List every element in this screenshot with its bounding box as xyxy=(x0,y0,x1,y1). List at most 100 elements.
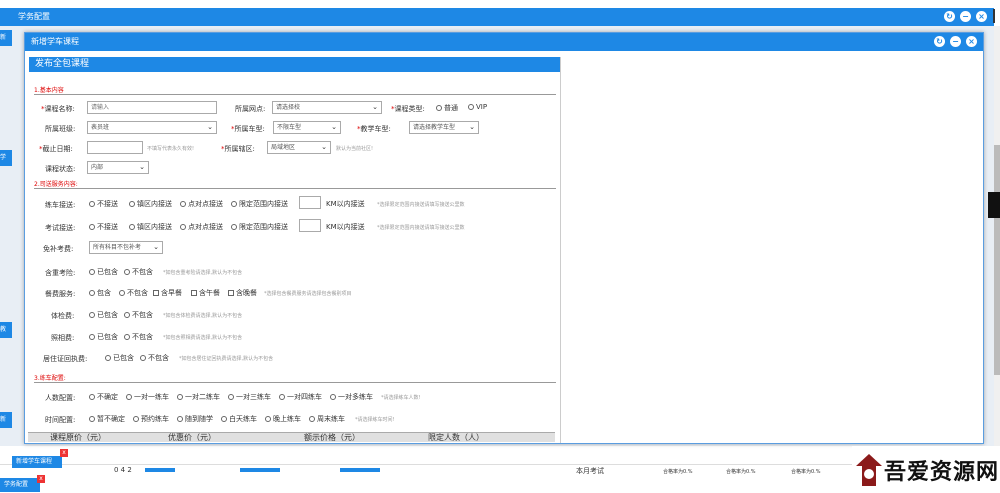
area-label: *所属辖区: xyxy=(221,145,255,153)
modal-minimize-icon[interactable]: − xyxy=(950,36,961,47)
people-hint: *请选择练车人数! xyxy=(381,395,421,401)
side-tab-4[interactable]: 新 xyxy=(0,412,12,428)
modal-titlebar: 新增学车课程 ↻ − × xyxy=(25,33,983,51)
side-tab-1[interactable]: 新 xyxy=(0,30,12,46)
practice-shuttle-hint: *选择限定范围内接送请填写接送公里数 xyxy=(377,202,465,208)
outer-window-titlebar: 学务配置 xyxy=(0,8,994,26)
time-evening-radio[interactable]: 晚上练车 xyxy=(265,414,301,424)
outer-window-title: 学务配置 xyxy=(18,12,50,21)
table-header-original-price: 课程原价（元） xyxy=(50,433,106,442)
course-name-input[interactable] xyxy=(87,101,217,114)
exam-shuttle-label: 考试接送: xyxy=(45,224,76,232)
makeup-fee-select[interactable]: 所有科目不包补考 ⌄ xyxy=(89,241,163,254)
people-1on2-radio[interactable]: 一对二练车 xyxy=(177,392,220,402)
practice-no-shuttle-radio[interactable]: 不接送 xyxy=(89,199,118,209)
physical-exclude-radio[interactable]: 不包含 xyxy=(124,310,153,320)
practice-km-input[interactable] xyxy=(299,196,321,209)
teach-car-label: *教学车型: xyxy=(357,125,391,133)
deadline-label: *截止日期: xyxy=(39,145,73,153)
residence-label: 居住证回执费: xyxy=(43,355,88,363)
under-pass-rate: 合格率为0.% xyxy=(726,469,756,475)
under-label-monthly-exam: 本月考试 xyxy=(576,467,604,475)
photo-include-radio[interactable]: 已包含 xyxy=(89,332,118,342)
under-bar xyxy=(145,468,175,472)
car-type-select[interactable]: 不限车型 ⌄ xyxy=(273,121,341,134)
side-tab-3[interactable]: 教 xyxy=(0,322,12,338)
exam-town-shuttle-radio[interactable]: 镇区内接送 xyxy=(129,222,172,232)
meal-breakfast-checkbox[interactable]: 含早餐 xyxy=(153,288,182,298)
time-config-label: 时间配置: xyxy=(45,416,76,424)
people-1onmany-radio[interactable]: 一对多练车 xyxy=(330,392,373,402)
insurance-exclude-radio[interactable]: 不包含 xyxy=(124,267,153,277)
section-practice-title: 3.练车配置: xyxy=(34,375,66,382)
meal-dinner-checkbox[interactable]: 含晚餐 xyxy=(228,288,257,298)
meal-hint: *选择包含餐费服务请选择包含餐别项目 xyxy=(264,291,352,297)
price-table-header: 课程原价（元） 优惠价（元） 额示价格（元） 限定人数（人） xyxy=(28,432,555,442)
photo-label: 照相费: xyxy=(51,334,75,342)
practice-town-shuttle-radio[interactable]: 镇区内接送 xyxy=(129,199,172,209)
course-type-vip-radio[interactable]: VIP xyxy=(468,103,487,111)
physical-hint: *如包含体检费请选择,默认为不包含 xyxy=(163,313,243,319)
time-daytime-radio[interactable]: 白天练车 xyxy=(221,414,257,424)
table-header-discount-price: 优惠价（元） xyxy=(168,433,216,442)
time-walkin-radio[interactable]: 随到随学 xyxy=(177,414,213,424)
practice-p2p-shuttle-radio[interactable]: 点对点接送 xyxy=(180,199,223,209)
course-type-normal-radio[interactable]: 普通 xyxy=(436,103,458,113)
exam-no-shuttle-radio[interactable]: 不接送 xyxy=(89,222,118,232)
residence-exclude-radio[interactable]: 不包含 xyxy=(140,353,169,363)
taskbar-item-config[interactable]: 学务配置 xyxy=(0,478,40,492)
modal-close-icon[interactable]: × xyxy=(966,36,977,47)
car-type-label: *所属车型: xyxy=(231,125,265,133)
side-tab-2[interactable]: 学 xyxy=(0,150,12,166)
class-select[interactable]: 表员班 ⌄ xyxy=(87,121,217,134)
exam-km-input[interactable] xyxy=(299,219,321,232)
exam-p2p-shuttle-radio[interactable]: 点对点接送 xyxy=(180,222,223,232)
refresh-icon[interactable]: ↻ xyxy=(944,11,955,22)
people-1on1-radio[interactable]: 一对一练车 xyxy=(126,392,169,402)
section-divider xyxy=(34,94,556,95)
meal-include-radio[interactable]: 包含 xyxy=(89,288,111,298)
people-1on3-radio[interactable]: 一对三练车 xyxy=(228,392,271,402)
under-bar xyxy=(240,468,280,472)
teach-car-select[interactable]: 请选择教学车型 ⌄ xyxy=(409,121,479,134)
people-config-label: 人数配置: xyxy=(45,394,76,402)
course-name-label: *课程名称: xyxy=(41,105,75,113)
physical-label: 体检费: xyxy=(51,312,75,320)
underlying-stats-row: 0 4 2 本月考试 合格率为0.% 合格率为0.% 合格率为0.% xyxy=(0,464,1000,476)
modal-refresh-icon[interactable]: ↻ xyxy=(934,36,945,47)
time-hint: *请选择练车时间! xyxy=(355,417,395,423)
photo-exclude-radio[interactable]: 不包含 xyxy=(124,332,153,342)
people-undetermined-radio[interactable]: 不确定 xyxy=(89,392,118,402)
close-icon[interactable]: × xyxy=(976,11,987,22)
meal-exclude-radio[interactable]: 不包含 xyxy=(119,288,148,298)
network-label: 所属网点: xyxy=(235,105,266,113)
add-course-modal: 新增学车课程 ↻ − × 发布全包课程 1.基本内容 *课程名称: 所属网点: … xyxy=(24,32,984,444)
exam-range-shuttle-radio[interactable]: 限定范围内接送 xyxy=(231,222,288,232)
deadline-input[interactable] xyxy=(87,141,143,154)
time-appointment-radio[interactable]: 预约练车 xyxy=(133,414,169,424)
area-select[interactable]: 局域地区 ⌄ xyxy=(267,141,331,154)
course-type-label: *课程类型: xyxy=(391,105,425,113)
taskbar-close-icon[interactable]: x xyxy=(37,475,45,483)
status-label: 课程状态: xyxy=(45,165,76,173)
section-basic-title: 1.基本内容 xyxy=(34,87,64,94)
side-handle[interactable] xyxy=(988,192,1000,218)
status-select[interactable]: 内部 ⌄ xyxy=(87,161,149,174)
network-select[interactable]: 请选择校 ⌄ xyxy=(272,101,382,114)
insurance-include-radio[interactable]: 已包含 xyxy=(89,267,118,277)
under-pass-rate: 合格率为0.% xyxy=(663,469,693,475)
time-weekend-radio[interactable]: 周末练车 xyxy=(309,414,345,424)
taskbar-item-add-course[interactable]: 新增学车课程 xyxy=(12,456,62,468)
physical-include-radio[interactable]: 已包含 xyxy=(89,310,118,320)
minimize-icon[interactable]: − xyxy=(960,11,971,22)
taskbar-close-icon[interactable]: x xyxy=(60,449,68,457)
meal-lunch-checkbox[interactable]: 含午餐 xyxy=(191,288,220,298)
under-bar xyxy=(340,468,380,472)
practice-range-shuttle-radio[interactable]: 限定范围内接送 xyxy=(231,199,288,209)
people-1on4-radio[interactable]: 一对四练车 xyxy=(279,392,322,402)
under-pass-rate: 合格率为0.% xyxy=(791,469,821,475)
residence-hint: *如包含居住证回执费请选择,默认为不包含 xyxy=(179,356,274,362)
residence-include-radio[interactable]: 已包含 xyxy=(105,353,134,363)
scrollbar-thumb[interactable] xyxy=(994,145,1000,375)
time-undetermined-radio[interactable]: 暂不确定 xyxy=(89,414,125,424)
